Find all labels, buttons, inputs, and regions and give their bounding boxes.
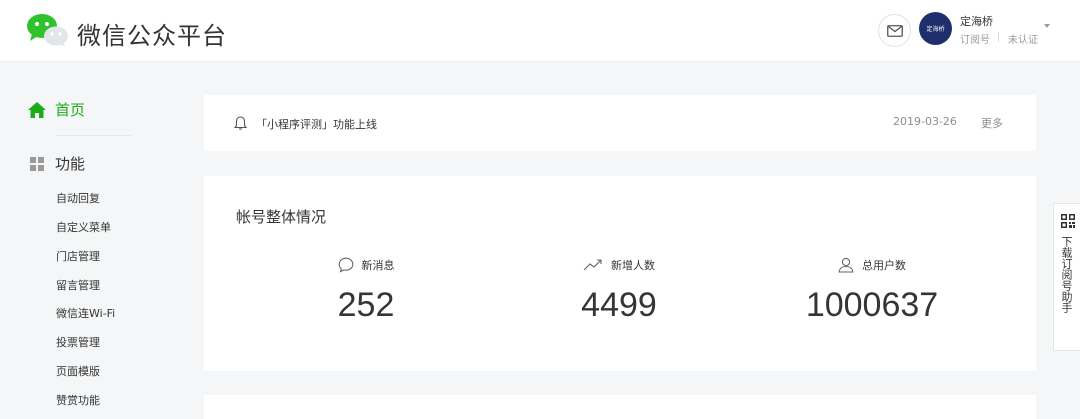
more-notices-link[interactable]: 更多: [981, 115, 1003, 131]
sidebar-item-home[interactable]: 首页: [28, 99, 85, 120]
sidebar-item-auto-reply[interactable]: 自动回复: [56, 190, 100, 206]
account-type: 订阅号: [960, 35, 990, 46]
sidebar-item-store-management[interactable]: 门店管理: [56, 248, 100, 264]
notice-date: 2019-03-26: [893, 115, 957, 128]
stat-label: 新增人数: [611, 259, 655, 272]
notice-link[interactable]: 「小程序评测」功能上线: [256, 116, 377, 132]
chevron-down-icon[interactable]: [1044, 24, 1050, 28]
message-bubble-icon: [338, 257, 353, 273]
wechat-logo-icon[interactable]: [26, 12, 70, 48]
download-assistant-label: 下载订阅号助手: [1060, 236, 1073, 313]
sidebar-section-function-label: 功能: [55, 155, 86, 173]
sidebar: 首页 功能 自动回复 自定义菜单 门店管理 留言管理 微信连Wi-Fi 投票管理…: [0, 63, 190, 419]
stat-label: 新消息: [361, 259, 395, 272]
stat-new-followers[interactable]: 新增人数 4499: [519, 256, 719, 325]
home-icon: [28, 101, 46, 118]
stat-value: 252: [337, 286, 395, 324]
verification-status: 未认证: [1008, 35, 1038, 46]
overview-title: 帐号整体情况: [236, 208, 327, 226]
sidebar-item-home-label: 首页: [55, 101, 86, 119]
stat-total-users[interactable]: 总用户数 1000637: [772, 256, 972, 325]
sidebar-item-vote-management[interactable]: 投票管理: [56, 334, 100, 350]
sidebar-item-appreciation[interactable]: 赞赏功能: [56, 392, 100, 408]
brand-title[interactable]: 微信公众平台: [77, 16, 227, 51]
top-header: 微信公众平台 定海桥 定海桥 订阅号 未认证: [0, 0, 1080, 62]
qr-code-icon: [1061, 214, 1075, 228]
sidebar-item-custom-menu[interactable]: 自定义菜单: [56, 219, 111, 235]
notice-card: 「小程序评测」功能上线 2019-03-26 更多: [204, 95, 1036, 151]
account-divider: [998, 32, 999, 42]
next-card: [204, 395, 1036, 419]
stat-label: 总用户数: [862, 259, 906, 272]
trend-up-icon: [583, 259, 602, 271]
mail-icon: [886, 24, 903, 37]
sidebar-section-function[interactable]: 功能: [30, 153, 85, 174]
sidebar-item-page-template[interactable]: 页面模版: [56, 363, 100, 379]
account-avatar[interactable]: 定海桥: [919, 12, 952, 45]
grid-icon: [30, 156, 44, 171]
user-icon: [838, 257, 854, 273]
account-name[interactable]: 定海桥: [960, 13, 993, 29]
sidebar-item-comment-management[interactable]: 留言管理: [56, 277, 100, 293]
avatar-text: 定海桥: [926, 26, 945, 33]
bell-icon: [234, 116, 247, 130]
stat-new-messages[interactable]: 新消息 252: [266, 256, 466, 325]
sidebar-item-wifi[interactable]: 微信连Wi-Fi: [56, 305, 115, 321]
download-assistant-panel[interactable]: 下载订阅号助手: [1053, 203, 1080, 351]
sidebar-divider: [56, 135, 131, 136]
stat-value: 4499: [581, 286, 657, 324]
account-overview-card: 帐号整体情况 新消息 252 新增人数 4499 总用户数 1000637: [204, 176, 1036, 371]
message-inbox-button[interactable]: [878, 14, 911, 47]
stat-value: 1000637: [805, 286, 939, 324]
